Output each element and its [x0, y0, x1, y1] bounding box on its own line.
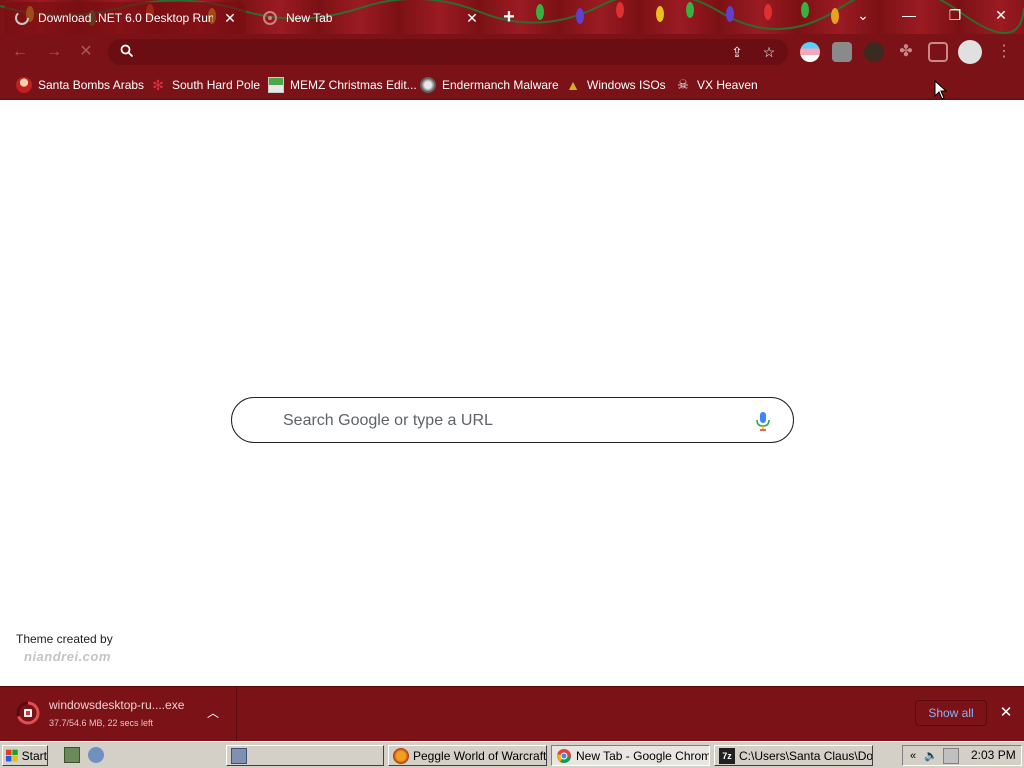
side-panel-icon[interactable] [928, 42, 948, 62]
stop-loading-icon[interactable]: ✕ [76, 42, 96, 62]
show-all-downloads-button[interactable]: Show all [915, 700, 987, 726]
system-tray: « 🔈 2:03 PM [902, 745, 1022, 766]
extensions-puzzle-icon[interactable]: ✤ [896, 42, 916, 62]
restore-button[interactable]: ❐ [940, 4, 970, 26]
tray-app-icon[interactable] [943, 748, 959, 764]
google-search-box[interactable] [231, 397, 794, 443]
forward-arrow-icon[interactable]: → [44, 42, 64, 62]
windows-taskbar: Start Peggle World of Warcraft ... New T… [0, 741, 1024, 768]
volume-icon[interactable]: 🔈 [923, 748, 939, 764]
raccoon-icon [420, 77, 436, 93]
7zip-icon: 7z [719, 747, 735, 764]
minimize-button[interactable]: — [894, 4, 924, 26]
mouse-cursor-icon [934, 80, 948, 100]
taskbar-button-7zip[interactable]: 7z C:\Users\Santa Claus\Do... [714, 745, 873, 766]
extension-s-icon[interactable] [832, 42, 852, 62]
bookmark-label: MEMZ Christmas Edit... [290, 78, 417, 92]
extension-flag-icon[interactable] [800, 42, 820, 62]
taskbar-button-chrome[interactable]: New Tab - Google Chrome [551, 745, 710, 766]
santa-icon [16, 77, 32, 93]
bookmark-windows-isos[interactable]: ▲ Windows ISOs [565, 76, 666, 94]
tab-search-chevron-icon[interactable]: ⌄ [848, 4, 878, 26]
theme-credit-text: Theme created by [16, 632, 113, 646]
share-icon[interactable]: ⇪ [728, 43, 746, 61]
profile-avatar[interactable] [958, 40, 982, 64]
tab-title: New Tab [286, 11, 333, 25]
bookmark-endermanch-malware[interactable]: Endermanch Malware [420, 76, 559, 94]
theme-author-link[interactable]: niandrei.com [24, 649, 111, 664]
window-icon [231, 747, 247, 764]
search-input[interactable] [283, 410, 743, 432]
show-desktop-icon[interactable] [64, 747, 80, 763]
bookmark-label: South Hard Pole [172, 78, 261, 92]
download-item[interactable]: windowsdesktop-ru....exe 37.7/54.6 MB, 2… [0, 687, 237, 742]
chevron-up-icon[interactable]: ︿ [205, 705, 221, 721]
download-shelf: windowsdesktop-ru....exe 37.7/54.6 MB, 2… [0, 686, 1024, 742]
download-progress-icon [16, 701, 40, 725]
windows-logo-icon [6, 749, 18, 761]
chrome-icon [556, 748, 571, 763]
tab-strip: Download .NET 6.0 Desktop Runtim ✕ New T… [0, 0, 1024, 34]
bookmark-south-hard-pole[interactable]: ✻ South Hard Pole [150, 76, 260, 94]
chrome-tab-icon [263, 11, 277, 25]
clock: 2:03 PM [971, 748, 1016, 762]
start-label: Start [21, 748, 47, 763]
bookmark-santa-bombs-arabs[interactable]: Santa Bombs Arabs [16, 76, 144, 94]
bookmark-label: Windows ISOs [587, 78, 666, 92]
browser-toolbar: ← → ✕ ⇪ ☆ ✤ ⋮ [0, 34, 1024, 70]
start-button[interactable]: Start [2, 745, 48, 766]
loading-spinner-icon [15, 11, 29, 25]
tab-title: Download .NET 6.0 Desktop Runtim [38, 11, 213, 25]
bookmark-memz-christmas[interactable]: MEMZ Christmas Edit... [268, 76, 417, 94]
skull-icon: ☠ [677, 77, 689, 92]
download-filename: windowsdesktop-ru....exe [49, 698, 185, 712]
taskbar-button-label: C:\Users\Santa Claus\Do... [739, 748, 873, 763]
back-arrow-icon[interactable]: ← [10, 42, 30, 62]
snowflake-icon: ✻ [152, 77, 164, 93]
extension-avatar-icon[interactable] [864, 42, 884, 62]
show-hidden-icons-icon[interactable]: « [905, 748, 921, 764]
search-icon [120, 44, 134, 58]
menu-kebab-icon[interactable]: ⋮ [994, 42, 1014, 62]
close-window-button[interactable]: ✕ [986, 4, 1016, 26]
taskbar-button-label: New Tab - Google Chrome [576, 748, 710, 763]
microphone-icon[interactable] [754, 411, 772, 431]
taskbar-button-peggle[interactable]: Peggle World of Warcraft ... [388, 745, 547, 766]
taskbar-button-label: Peggle World of Warcraft ... [413, 748, 547, 763]
bookmarks-bar: Santa Bombs Arabs ✻ South Hard Pole MEMZ… [0, 70, 1024, 100]
tab-download-dotnet[interactable]: Download .NET 6.0 Desktop Runtim ✕ [4, 2, 246, 34]
bookmark-label: Endermanch Malware [442, 78, 559, 92]
bookmark-label: Santa Bombs Arabs [38, 78, 145, 92]
new-tab-page: Theme created by niandrei.com [0, 102, 1024, 686]
taskbar-button-blank[interactable] [226, 745, 384, 766]
address-input[interactable] [144, 42, 714, 62]
new-tab-button[interactable]: + [498, 6, 520, 28]
tab-new-tab[interactable]: New Tab ✕ [252, 2, 488, 34]
bookmark-vx-heaven[interactable]: ☠ VX Heaven [675, 76, 758, 94]
download-status: 37.7/54.6 MB, 22 secs left [49, 718, 154, 728]
address-bar[interactable]: ⇪ ☆ [108, 39, 788, 65]
peggle-icon [393, 747, 409, 764]
tree-icon: ▲ [566, 77, 580, 93]
bookmark-star-icon[interactable]: ☆ [760, 43, 778, 61]
close-download-shelf-icon[interactable]: ✕ [996, 703, 1016, 723]
close-tab-icon[interactable]: ✕ [464, 10, 480, 26]
image-icon [268, 77, 284, 93]
close-tab-icon[interactable]: ✕ [222, 10, 238, 26]
quick-launch-browser-icon[interactable] [88, 747, 104, 763]
bookmark-label: VX Heaven [697, 78, 758, 92]
